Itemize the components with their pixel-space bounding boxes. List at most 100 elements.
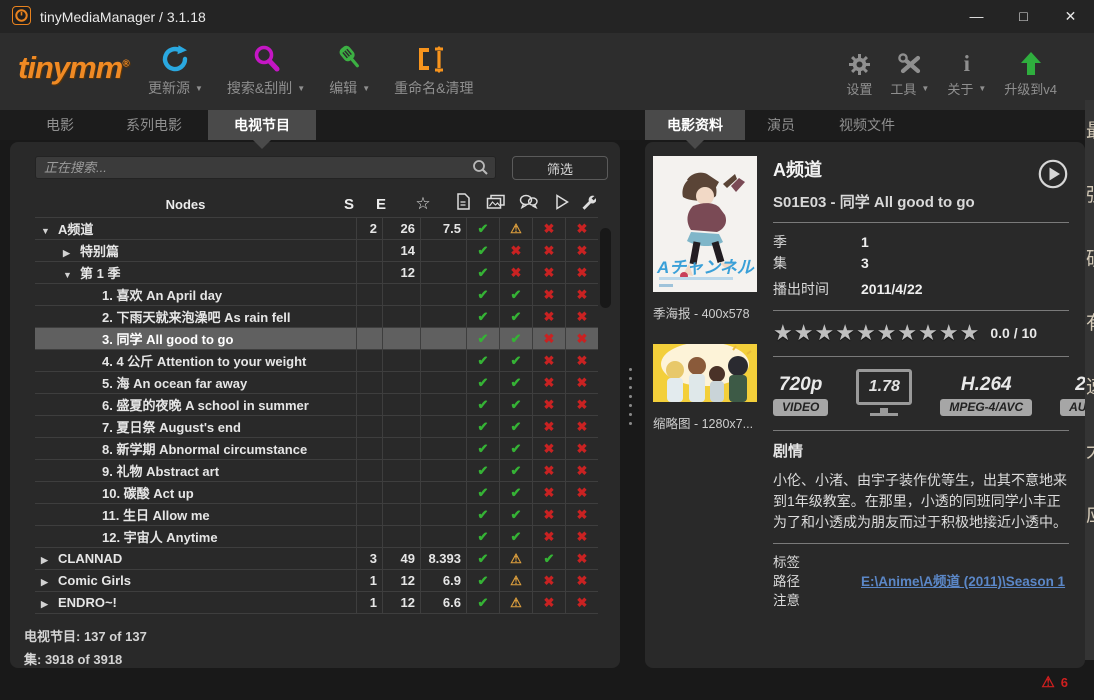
close-button[interactable]: ✕ <box>1047 0 1094 33</box>
table-row[interactable]: 8. 新学期 Abnormal circumstance✔✔✖✖ <box>35 438 598 460</box>
row-episode-count <box>382 372 420 393</box>
rename-clean-button[interactable]: 重命名&清理 <box>382 40 485 98</box>
scrollbar-thumb[interactable] <box>600 228 611 308</box>
table-row[interactable]: 5. 海 An ocean far away✔✔✖✖ <box>35 372 598 394</box>
nfo-status-icon: ✔ <box>466 438 499 459</box>
expander-icon[interactable]: ▶ <box>41 599 58 610</box>
images-status-icon: ✔ <box>499 526 532 547</box>
tab-movies[interactable]: 电影 <box>20 110 100 140</box>
table-row[interactable]: ▶特别篇14✔✖✖✖ <box>35 240 598 262</box>
star-icon[interactable]: ☆ <box>400 194 446 214</box>
table-row[interactable]: ▼A频道2267.5✔⚠✖✖ <box>35 218 598 240</box>
minimize-button[interactable]: — <box>953 0 1000 33</box>
images-status-icon: ✖ <box>499 262 532 283</box>
nfo-status-icon: ✔ <box>466 592 499 613</box>
episode-thumbnail[interactable] <box>653 344 757 407</box>
table-row[interactable]: 2. 下雨天就来泡澡吧 As rain fell✔✔✖✖ <box>35 306 598 328</box>
tree-table-body: ▼A频道2267.5✔⚠✖✖▶特别篇14✔✖✖✖▼第 1 季12✔✖✖✖1. 喜… <box>35 217 598 614</box>
rename-clean-icon <box>416 40 452 78</box>
row-episode-count: 14 <box>382 240 420 261</box>
nfo-status-icon: ✔ <box>466 482 499 503</box>
images-status-icon: ✔ <box>499 394 532 415</box>
expander-icon[interactable]: ▶ <box>63 248 80 259</box>
nfo-status-icon: ✔ <box>466 416 499 437</box>
expander-icon[interactable]: ▼ <box>41 226 58 236</box>
rating-value: 0.0 / 10 <box>990 325 1037 341</box>
path-link[interactable]: E:\Anime\A频道 (2011)\Season 1 <box>861 572 1065 591</box>
subs-status-icon: ✖ <box>532 394 565 415</box>
row-episode-count: 49 <box>382 548 420 569</box>
nfo-document-icon[interactable] <box>446 193 479 215</box>
wrench-icon[interactable] <box>578 194 598 215</box>
chevron-down-icon: ▼ <box>362 84 370 93</box>
column-nodes[interactable]: Nodes <box>35 197 336 212</box>
nfo-status-icon: ✔ <box>466 548 499 569</box>
table-row[interactable]: 10. 碳酸 Act up✔✔✖✖ <box>35 482 598 504</box>
play-icon[interactable] <box>545 194 578 215</box>
panel-splitter-handle[interactable] <box>629 368 632 425</box>
play-status-icon: ✖ <box>565 526 598 547</box>
warning-counter[interactable]: ⚠ 6 <box>1041 673 1068 691</box>
table-row[interactable]: ▶Comic Girls1126.9✔⚠✖✖ <box>35 570 598 592</box>
subs-status-icon: ✖ <box>532 372 565 393</box>
table-row[interactable]: 11. 生日 Allow me✔✔✖✖ <box>35 504 598 526</box>
subs-status-icon: ✖ <box>532 482 565 503</box>
play-button[interactable] <box>1037 158 1069 195</box>
subtitles-chat-icon[interactable] <box>512 194 545 215</box>
edit-icon <box>334 40 366 78</box>
star-icon: ★ <box>960 320 981 345</box>
images-status-icon: ⚠ <box>499 218 532 239</box>
images-icon[interactable] <box>479 194 512 215</box>
tab-media-files[interactable]: 视频文件 <box>817 110 917 140</box>
about-button[interactable]: i 关于▼ <box>938 49 995 98</box>
table-scrollbar[interactable] <box>600 228 611 624</box>
tv-show-tree-table: Nodes S E ☆ ▼A频道22 <box>35 191 598 614</box>
table-row[interactable]: 4. 4 公斤 Attention to your weight✔✔✖✖ <box>35 350 598 372</box>
upgrade-button[interactable]: 升级到v4 <box>995 49 1066 98</box>
search-icon[interactable] <box>472 159 489 181</box>
subs-status-icon: ✖ <box>532 526 565 547</box>
edit-button[interactable]: 编辑▼ <box>317 40 382 98</box>
table-row[interactable]: 9. 礼物 Abstract art✔✔✖✖ <box>35 460 598 482</box>
nfo-status-icon: ✔ <box>466 350 499 371</box>
row-title: 5. 海 An ocean far away <box>102 376 247 391</box>
table-row[interactable]: ▶CLANNAD3498.393✔⚠✔✖ <box>35 548 598 570</box>
expander-icon[interactable]: ▶ <box>41 577 58 588</box>
expander-icon[interactable]: ▼ <box>63 270 80 280</box>
season-poster[interactable]: Aチャンネル <box>653 156 757 297</box>
column-episodes[interactable]: E <box>362 196 400 213</box>
tab-tv-shows[interactable]: 电视节目 <box>208 110 316 140</box>
tab-details[interactable]: 电影资料 <box>645 110 745 140</box>
update-source-button[interactable]: 更新源▼ <box>136 40 215 98</box>
table-row[interactable]: 3. 同学 All good to go✔✔✖✖ <box>35 328 598 350</box>
expander-icon[interactable]: ▶ <box>41 555 58 566</box>
row-rating: 6.9 <box>420 570 466 591</box>
row-episode-count <box>382 416 420 437</box>
table-row[interactable]: ▶ENDRO~!1126.6✔⚠✖✖ <box>35 592 598 614</box>
tabstrip: 电影 系列电影 电视节目 电影资料 演员 视频文件 <box>0 110 1094 140</box>
play-status-icon: ✖ <box>565 570 598 591</box>
column-seasons[interactable]: S <box>336 196 362 213</box>
filter-button[interactable]: 筛选 <box>512 156 608 180</box>
row-title: 9. 礼物 Abstract art <box>102 464 219 479</box>
row-rating <box>420 394 466 415</box>
search-input[interactable] <box>35 156 496 179</box>
episode-label: 集 <box>773 253 861 274</box>
maximize-button[interactable]: □ <box>1000 0 1047 33</box>
row-title: 12. 宇宙人 Anytime <box>102 530 218 545</box>
table-row[interactable]: 1. 喜欢 An April day✔✔✖✖ <box>35 284 598 306</box>
tools-button[interactable]: 工具▼ <box>881 49 938 98</box>
row-season-count <box>356 438 382 459</box>
tab-cast[interactable]: 演员 <box>745 110 817 140</box>
row-episode-count <box>382 438 420 459</box>
tab-movie-sets[interactable]: 系列电影 <box>100 110 208 140</box>
table-row[interactable]: 12. 宇宙人 Anytime✔✔✖✖ <box>35 526 598 548</box>
play-status-icon: ✖ <box>565 548 598 569</box>
table-row[interactable]: 6. 盛夏的夜晚 A school in summer✔✔✖✖ <box>35 394 598 416</box>
search-scrape-button[interactable]: 搜索&刮削▼ <box>215 40 317 98</box>
row-rating <box>420 416 466 437</box>
table-row[interactable]: ▼第 1 季12✔✖✖✖ <box>35 262 598 284</box>
settings-button[interactable]: 设置 <box>837 49 881 98</box>
table-row[interactable]: 7. 夏日祭 August's end✔✔✖✖ <box>35 416 598 438</box>
row-rating <box>420 372 466 393</box>
